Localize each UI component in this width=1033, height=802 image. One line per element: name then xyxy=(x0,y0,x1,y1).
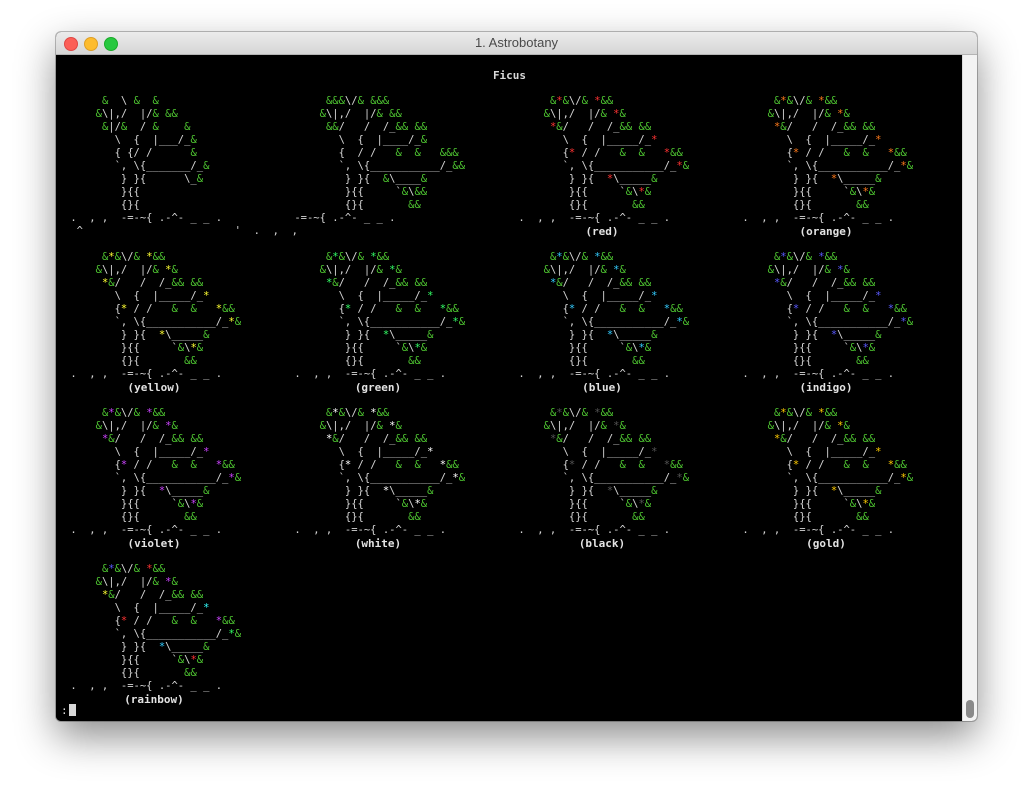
ascii-plant: &*&\/& *&& &\|,/ |/& *& *&/ / /_&& && \ … xyxy=(742,407,914,536)
plant-label: (rainbow) xyxy=(124,693,184,706)
terminal-output[interactable]: Ficus : & \ & & &\|,/ |/& && &|/& / & & … xyxy=(56,55,963,721)
plant-label: (black) xyxy=(578,537,626,550)
page-heading: Ficus xyxy=(492,69,527,82)
scrollbar-thumb[interactable] xyxy=(966,700,974,718)
plant-label: (violet) xyxy=(127,537,181,550)
ascii-plant: & \ & & &\|,/ |/& && &|/& / & & \ { |___… xyxy=(70,95,298,237)
plant-label: (yellow) xyxy=(127,381,181,394)
ascii-plant: &*&\/& *&& &\|,/ |/& *& *&/ / /_&& && \ … xyxy=(70,563,242,692)
plant-label: (indigo) xyxy=(799,381,853,394)
ascii-plant: &*&\/& *&& &\|,/ |/& *& *&/ / /_&& && \ … xyxy=(70,251,242,380)
plant-label: (blue) xyxy=(582,381,622,394)
ascii-plant: &*&\/& *&& &\|,/ |/& *& *&/ / /_&& && \ … xyxy=(518,251,690,380)
title-bar: 1. Astrobotany xyxy=(56,32,977,55)
ascii-plant: &*&\/& *&& &\|,/ |/& *& *&/ / /_&& && \ … xyxy=(294,407,466,536)
plant-label: (white) xyxy=(354,537,402,550)
plant-label: (gold) xyxy=(806,537,846,550)
ascii-plant: &*&\/& *&& &\|,/ |/& *& *&/ / /_&& && \ … xyxy=(742,95,914,224)
plant-label: (red) xyxy=(585,225,619,238)
ascii-plant: &*&\/& *&& &\|,/ |/& *& *&/ / /_&& && \ … xyxy=(518,407,690,536)
window-title: 1. Astrobotany xyxy=(474,35,559,50)
plant-label: (orange) xyxy=(799,225,853,238)
ascii-plant: &*&\/& *&& &\|,/ |/& *& *&/ / /_&& && \ … xyxy=(518,95,690,224)
plant-label: (green) xyxy=(354,381,402,394)
ascii-plant: &&&\/& &&& &\|,/ |/& && &&/ / /_&& && \ … xyxy=(294,95,466,224)
scrollbar[interactable] xyxy=(962,55,977,721)
ascii-plant: &*&\/& *&& &\|,/ |/& *& *&/ / /_&& && \ … xyxy=(294,251,466,380)
ascii-plant: &*&\/& *&& &\|,/ |/& *& *&/ / /_&& && \ … xyxy=(70,407,242,536)
ascii-plant: &*&\/& *&& &\|,/ |/& *& *&/ / /_&& && \ … xyxy=(742,251,914,380)
terminal-window: 1. Astrobotany Ficus : & \ & & &\|,/ |/&… xyxy=(56,32,977,721)
